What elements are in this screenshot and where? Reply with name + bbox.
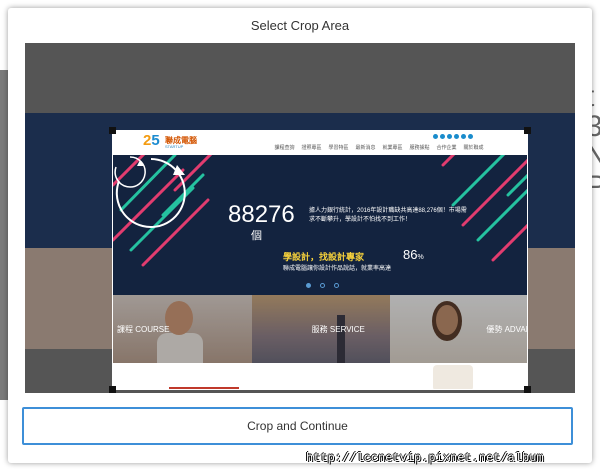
nav-item: 課程查詢 (274, 145, 295, 151)
panel-course: 課程 COURSE (113, 295, 252, 363)
panel-service: 服務 SERVICE (251, 295, 391, 363)
line-icon (440, 134, 445, 139)
employment-percent-unit: % (417, 254, 424, 261)
nav-item: 就業專區 (382, 145, 403, 151)
nav-item: 服務據點 (409, 145, 430, 151)
sketch-illustration (433, 365, 473, 389)
crop-handle-top-right[interactable] (524, 127, 531, 134)
panel-advantage: 優勢 ADVANTAGE (390, 295, 527, 363)
logo-sub: STARTUP (165, 144, 184, 149)
logo-number-b: 5 (151, 132, 160, 149)
crop-and-continue-button[interactable]: Crop and Continue (22, 407, 573, 445)
nav-item: 最新消息 (355, 145, 376, 151)
nav-item: 證照專區 (301, 145, 322, 151)
nav-item: 合作企業 (436, 145, 457, 151)
percent-ring (114, 156, 146, 188)
watermark-url: http://lccnetvip.pixnet.net/album (306, 451, 544, 465)
hero-slogan-sub: 聯成電腦讓你設計作品說話，就業率高達 (283, 266, 392, 272)
nav-item: 關於聯成 (463, 145, 484, 151)
crop-handle-bottom-left[interactable] (109, 386, 116, 393)
crop-handle-bottom-right[interactable] (524, 386, 531, 393)
carousel-dots (306, 283, 339, 288)
panel-advantage-label: 優勢 ADVANTAGE (486, 325, 527, 334)
crop-stage: 25 聯成電腦 STARTUP 課程查詢 證照專區 學習特區 最新消息 就業專區… (25, 43, 575, 393)
panel-service-label: 服務 SERVICE (311, 325, 365, 334)
employment-percent-value: 86 (403, 247, 418, 262)
mail-icon (468, 134, 473, 139)
crop-selection-box[interactable]: 25 聯成電腦 STARTUP 課程查詢 證照專區 學習特區 最新消息 就業專區… (112, 130, 528, 390)
crop-modal: Select Crop Area 25 聯成電腦 STARTUP 課程查詢 證照… (8, 8, 592, 463)
jobs-counter-unit: 個 (251, 230, 262, 242)
carousel-dot[interactable] (334, 283, 339, 288)
modal-title: Select Crop Area (250, 18, 350, 33)
nav-item: 學習特區 (328, 145, 349, 151)
panel-course-label: 課程 COURSE (117, 325, 170, 334)
jobs-counter-value: 88276 (228, 201, 295, 228)
carousel-dot[interactable] (320, 283, 325, 288)
facebook-icon (433, 134, 438, 139)
site-header: 25 聯成電腦 STARTUP 課程查詢 證照專區 學習特區 最新消息 就業專區… (113, 131, 527, 155)
instagram-icon (454, 134, 459, 139)
social-icons (433, 134, 473, 140)
blog-icon (461, 134, 466, 139)
hero-copy: 據人力銀行統計，2016年設計職缺共高達88,276個！市場需求不斷攀升，學設計… (309, 208, 467, 223)
crop-handle-top-left[interactable] (109, 127, 116, 134)
site-logo: 25 聯成電腦 STARTUP (143, 132, 199, 152)
site-nav: 課程查詢 證照專區 學習特區 最新消息 就業專區 服務據點 合作企業 關於聯成 (271, 144, 487, 151)
hero-slogan: 學設計，找設計專家 (283, 252, 365, 262)
site-hero-banner: 88276 個 據人力銀行統計，2016年設計職缺共高達88,276個！市場需求… (113, 155, 527, 295)
site-lower-section (113, 363, 527, 389)
red-accent-bar (169, 387, 239, 389)
youtube-icon (447, 134, 452, 139)
feature-panels: 課程 COURSE 服務 SERVICE 優勢 ADVANTAGE (113, 295, 527, 363)
employment-percent: 86% (403, 247, 424, 262)
carousel-dot[interactable] (306, 283, 311, 288)
